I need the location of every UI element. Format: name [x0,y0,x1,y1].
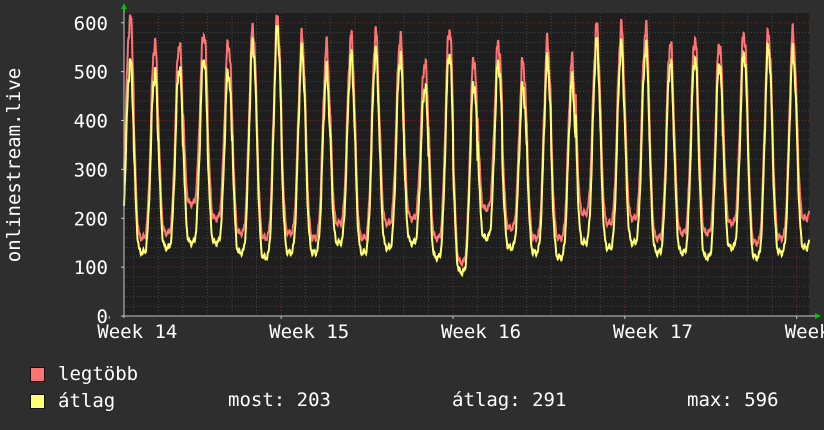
avg-series-swatch [30,394,45,409]
max-series-swatch [30,367,45,382]
legend-label-avg: átlag [58,390,116,412]
stat-max: max: 596 [687,389,779,411]
stat-current: most: 203 [228,389,331,411]
x-tick-label: Week 17 [613,321,693,343]
stat-current-label: most: [228,389,286,411]
x-tick-label: Week 14 [97,321,177,343]
stat-max-value: 596 [744,389,779,411]
stat-average: átlag: 291 [452,389,566,411]
x-tick-label: Week 16 [441,321,521,343]
stat-average-value: 291 [532,389,567,411]
y-tick-label: 600 [74,13,108,35]
y-axis-arrow [121,3,127,9]
legend-label-max: legtöbb [58,363,139,385]
stat-average-label: átlag: [452,389,521,411]
x-tick-label: Week 18 [785,321,824,343]
stat-max-label: max: [687,389,733,411]
traffic-chart: 0100200300400500600Week 14 Week 15 Week 16… [3,3,824,343]
y-tick-label: 200 [74,208,108,230]
y-tick-label: 300 [74,159,108,181]
stat-current-value: 203 [296,389,331,411]
y-axis-label: onlinestream.live [3,68,25,262]
y-tick-label: 100 [74,257,108,279]
y-tick-label: 400 [74,111,108,133]
x-axis-arrow [815,313,821,319]
x-tick-label: Week 15 [269,321,349,343]
y-tick-label: 500 [74,62,108,84]
